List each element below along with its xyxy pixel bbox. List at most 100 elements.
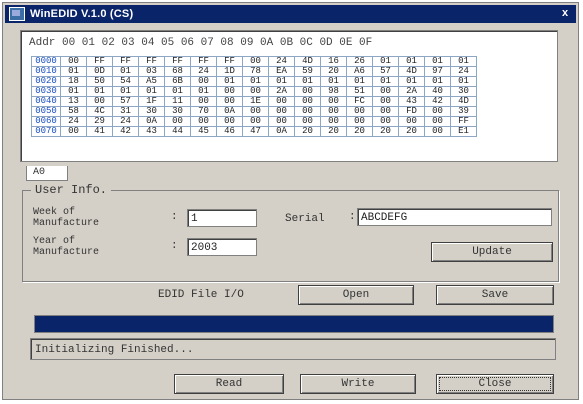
hex-cell[interactable]: 00: [320, 96, 347, 107]
hex-cell[interactable]: 01: [60, 66, 87, 77]
hex-cell[interactable]: 01: [424, 56, 451, 67]
hex-cell[interactable]: 00: [60, 56, 87, 67]
hex-cell[interactable]: 0A: [138, 116, 165, 127]
hex-cell[interactable]: 01: [320, 76, 347, 87]
save-button[interactable]: Save: [436, 285, 554, 305]
hex-cell[interactable]: 44: [164, 126, 191, 137]
hex-cell[interactable]: 40: [424, 86, 451, 97]
open-button[interactable]: Open: [298, 285, 414, 305]
hex-cell[interactable]: 59: [294, 66, 321, 77]
hex-cell[interactable]: 16: [320, 56, 347, 67]
hex-cell[interactable]: 00: [216, 86, 243, 97]
hex-cell[interactable]: 20: [320, 126, 347, 137]
hex-cell[interactable]: FF: [164, 56, 191, 67]
hex-cell[interactable]: 20: [346, 126, 373, 137]
hex-grid[interactable]: 0000 00 FF FF FF FF FF FF 00 24 4D 16 26 01 01 01 01 0010…: [31, 56, 477, 137]
hex-cell[interactable]: 00: [190, 76, 217, 87]
hex-cell[interactable]: 4D: [398, 66, 425, 77]
hex-cell[interactable]: 01: [112, 66, 139, 77]
hex-cell[interactable]: 26: [346, 56, 373, 67]
hex-cell[interactable]: 11: [164, 96, 191, 107]
hex-cell[interactable]: 00: [372, 106, 399, 117]
hex-cell[interactable]: 01: [424, 76, 451, 87]
hex-cell[interactable]: 01: [372, 56, 399, 67]
close-button[interactable]: Close: [436, 374, 554, 394]
hex-cell[interactable]: 43: [138, 126, 165, 137]
hex-cell[interactable]: 01: [138, 86, 165, 97]
hex-cell[interactable]: 45: [190, 126, 217, 137]
hex-cell[interactable]: 46: [216, 126, 243, 137]
hex-cell[interactable]: 00: [424, 126, 451, 137]
hex-cell[interactable]: 00: [372, 116, 399, 127]
hex-cell[interactable]: EA: [268, 66, 295, 77]
serial-input[interactable]: ABCDEFG: [357, 208, 552, 226]
hex-cell[interactable]: 2A: [268, 86, 295, 97]
hex-cell[interactable]: 01: [112, 86, 139, 97]
hex-cell[interactable]: 00: [190, 96, 217, 107]
hex-cell[interactable]: 0D: [86, 66, 113, 77]
hex-cell[interactable]: 13: [60, 96, 87, 107]
hex-cell[interactable]: 18: [60, 76, 87, 87]
hex-cell[interactable]: 00: [320, 106, 347, 117]
hex-cell[interactable]: 00: [294, 106, 321, 117]
hex-cell[interactable]: 00: [268, 116, 295, 127]
hex-cell[interactable]: 00: [86, 96, 113, 107]
hex-cell[interactable]: 01: [164, 86, 191, 97]
hex-cell[interactable]: 01: [60, 86, 87, 97]
hex-cell[interactable]: 00: [424, 116, 451, 127]
hex-cell[interactable]: 4D: [294, 56, 321, 67]
hex-cell[interactable]: 47: [242, 126, 269, 137]
hex-cell[interactable]: 51: [346, 86, 373, 97]
hex-cell[interactable]: 00: [242, 106, 269, 117]
hex-cell[interactable]: 4D: [450, 96, 477, 107]
hex-cell[interactable]: FF: [112, 56, 139, 67]
hex-cell[interactable]: 24: [268, 56, 295, 67]
hex-cell[interactable]: 24: [450, 66, 477, 77]
hex-cell[interactable]: 31: [112, 106, 139, 117]
hex-cell[interactable]: 01: [190, 86, 217, 97]
hex-cell[interactable]: 00: [294, 86, 321, 97]
year-of-manufacture-input[interactable]: 2003: [187, 238, 257, 256]
hex-cell[interactable]: 03: [138, 66, 165, 77]
hex-cell[interactable]: 24: [60, 116, 87, 127]
hex-cell[interactable]: 30: [138, 106, 165, 117]
week-of-manufacture-input[interactable]: 1: [187, 209, 257, 227]
hex-cell[interactable]: FF: [450, 116, 477, 127]
title-bar[interactable]: WinEDID V.1.0 (CS) x: [5, 5, 576, 23]
hex-cell[interactable]: 00: [60, 126, 87, 137]
hex-cell[interactable]: 68: [164, 66, 191, 77]
hex-cell[interactable]: 0A: [216, 106, 243, 117]
hex-cell[interactable]: 01: [450, 56, 477, 67]
hex-cell[interactable]: 00: [216, 96, 243, 107]
hex-cell[interactable]: 41: [86, 126, 113, 137]
hex-cell[interactable]: FD: [398, 106, 425, 117]
hex-cell[interactable]: 6B: [164, 76, 191, 87]
hex-cell[interactable]: 24: [112, 116, 139, 127]
hex-cell[interactable]: 1D: [216, 66, 243, 77]
hex-cell[interactable]: 70: [190, 106, 217, 117]
hex-cell[interactable]: 01: [86, 86, 113, 97]
hex-cell[interactable]: 98: [320, 86, 347, 97]
hex-cell[interactable]: 1E: [242, 96, 269, 107]
hex-cell[interactable]: 00: [346, 106, 373, 117]
hex-cell[interactable]: 00: [268, 106, 295, 117]
hex-cell[interactable]: 24: [190, 66, 217, 77]
hex-cell[interactable]: 00: [242, 116, 269, 127]
hex-cell[interactable]: 00: [372, 86, 399, 97]
hex-cell[interactable]: 00: [242, 86, 269, 97]
hex-cell[interactable]: 00: [190, 116, 217, 127]
hex-cell[interactable]: FF: [86, 56, 113, 67]
hex-cell[interactable]: 01: [294, 76, 321, 87]
read-button[interactable]: Read: [174, 374, 284, 394]
hex-cell[interactable]: E1: [450, 126, 477, 137]
hex-cell[interactable]: 00: [216, 116, 243, 127]
hex-cell[interactable]: 01: [216, 76, 243, 87]
hex-cell[interactable]: 20: [294, 126, 321, 137]
tab-a0[interactable]: A0: [26, 166, 68, 181]
write-button[interactable]: Write: [300, 374, 416, 394]
hex-cell[interactable]: 01: [450, 76, 477, 87]
hex-cell[interactable]: 30: [450, 86, 477, 97]
hex-cell[interactable]: 01: [398, 56, 425, 67]
hex-cell[interactable]: 00: [398, 116, 425, 127]
close-window-icon[interactable]: x: [558, 7, 572, 20]
